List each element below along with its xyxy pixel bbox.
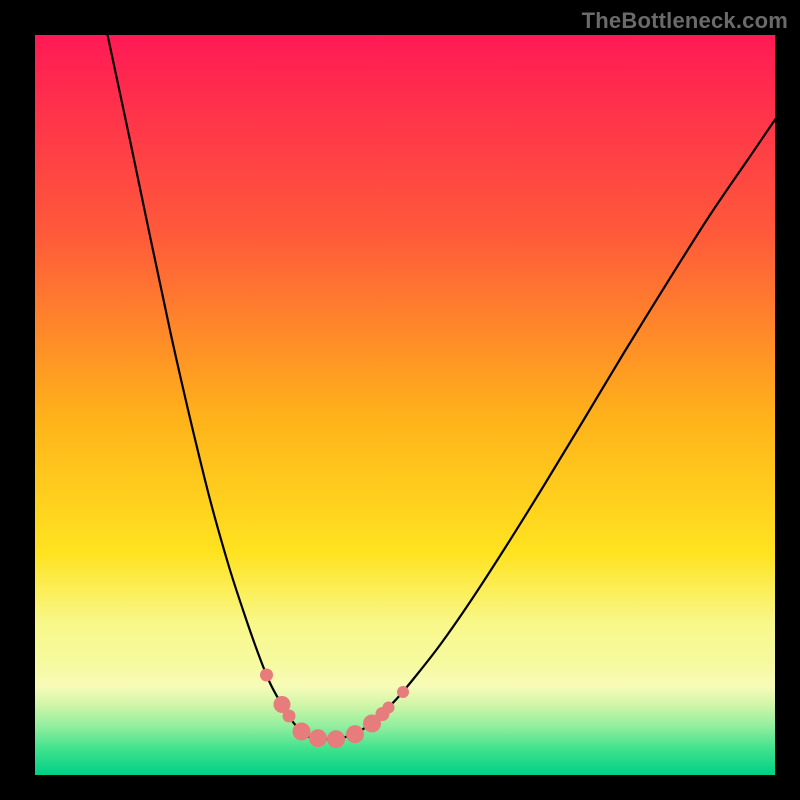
chart-svg	[35, 35, 775, 775]
data-marker	[383, 702, 395, 714]
data-marker	[260, 669, 273, 682]
plot-area	[35, 35, 775, 775]
chart-frame: TheBottleneck.com	[0, 0, 800, 800]
data-marker	[283, 710, 296, 723]
data-marker	[346, 725, 364, 743]
data-marker	[327, 730, 345, 748]
data-marker	[309, 729, 327, 747]
watermark-text: TheBottleneck.com	[582, 8, 788, 34]
data-marker	[293, 723, 311, 741]
gradient-background	[35, 35, 775, 775]
data-marker	[397, 686, 409, 698]
